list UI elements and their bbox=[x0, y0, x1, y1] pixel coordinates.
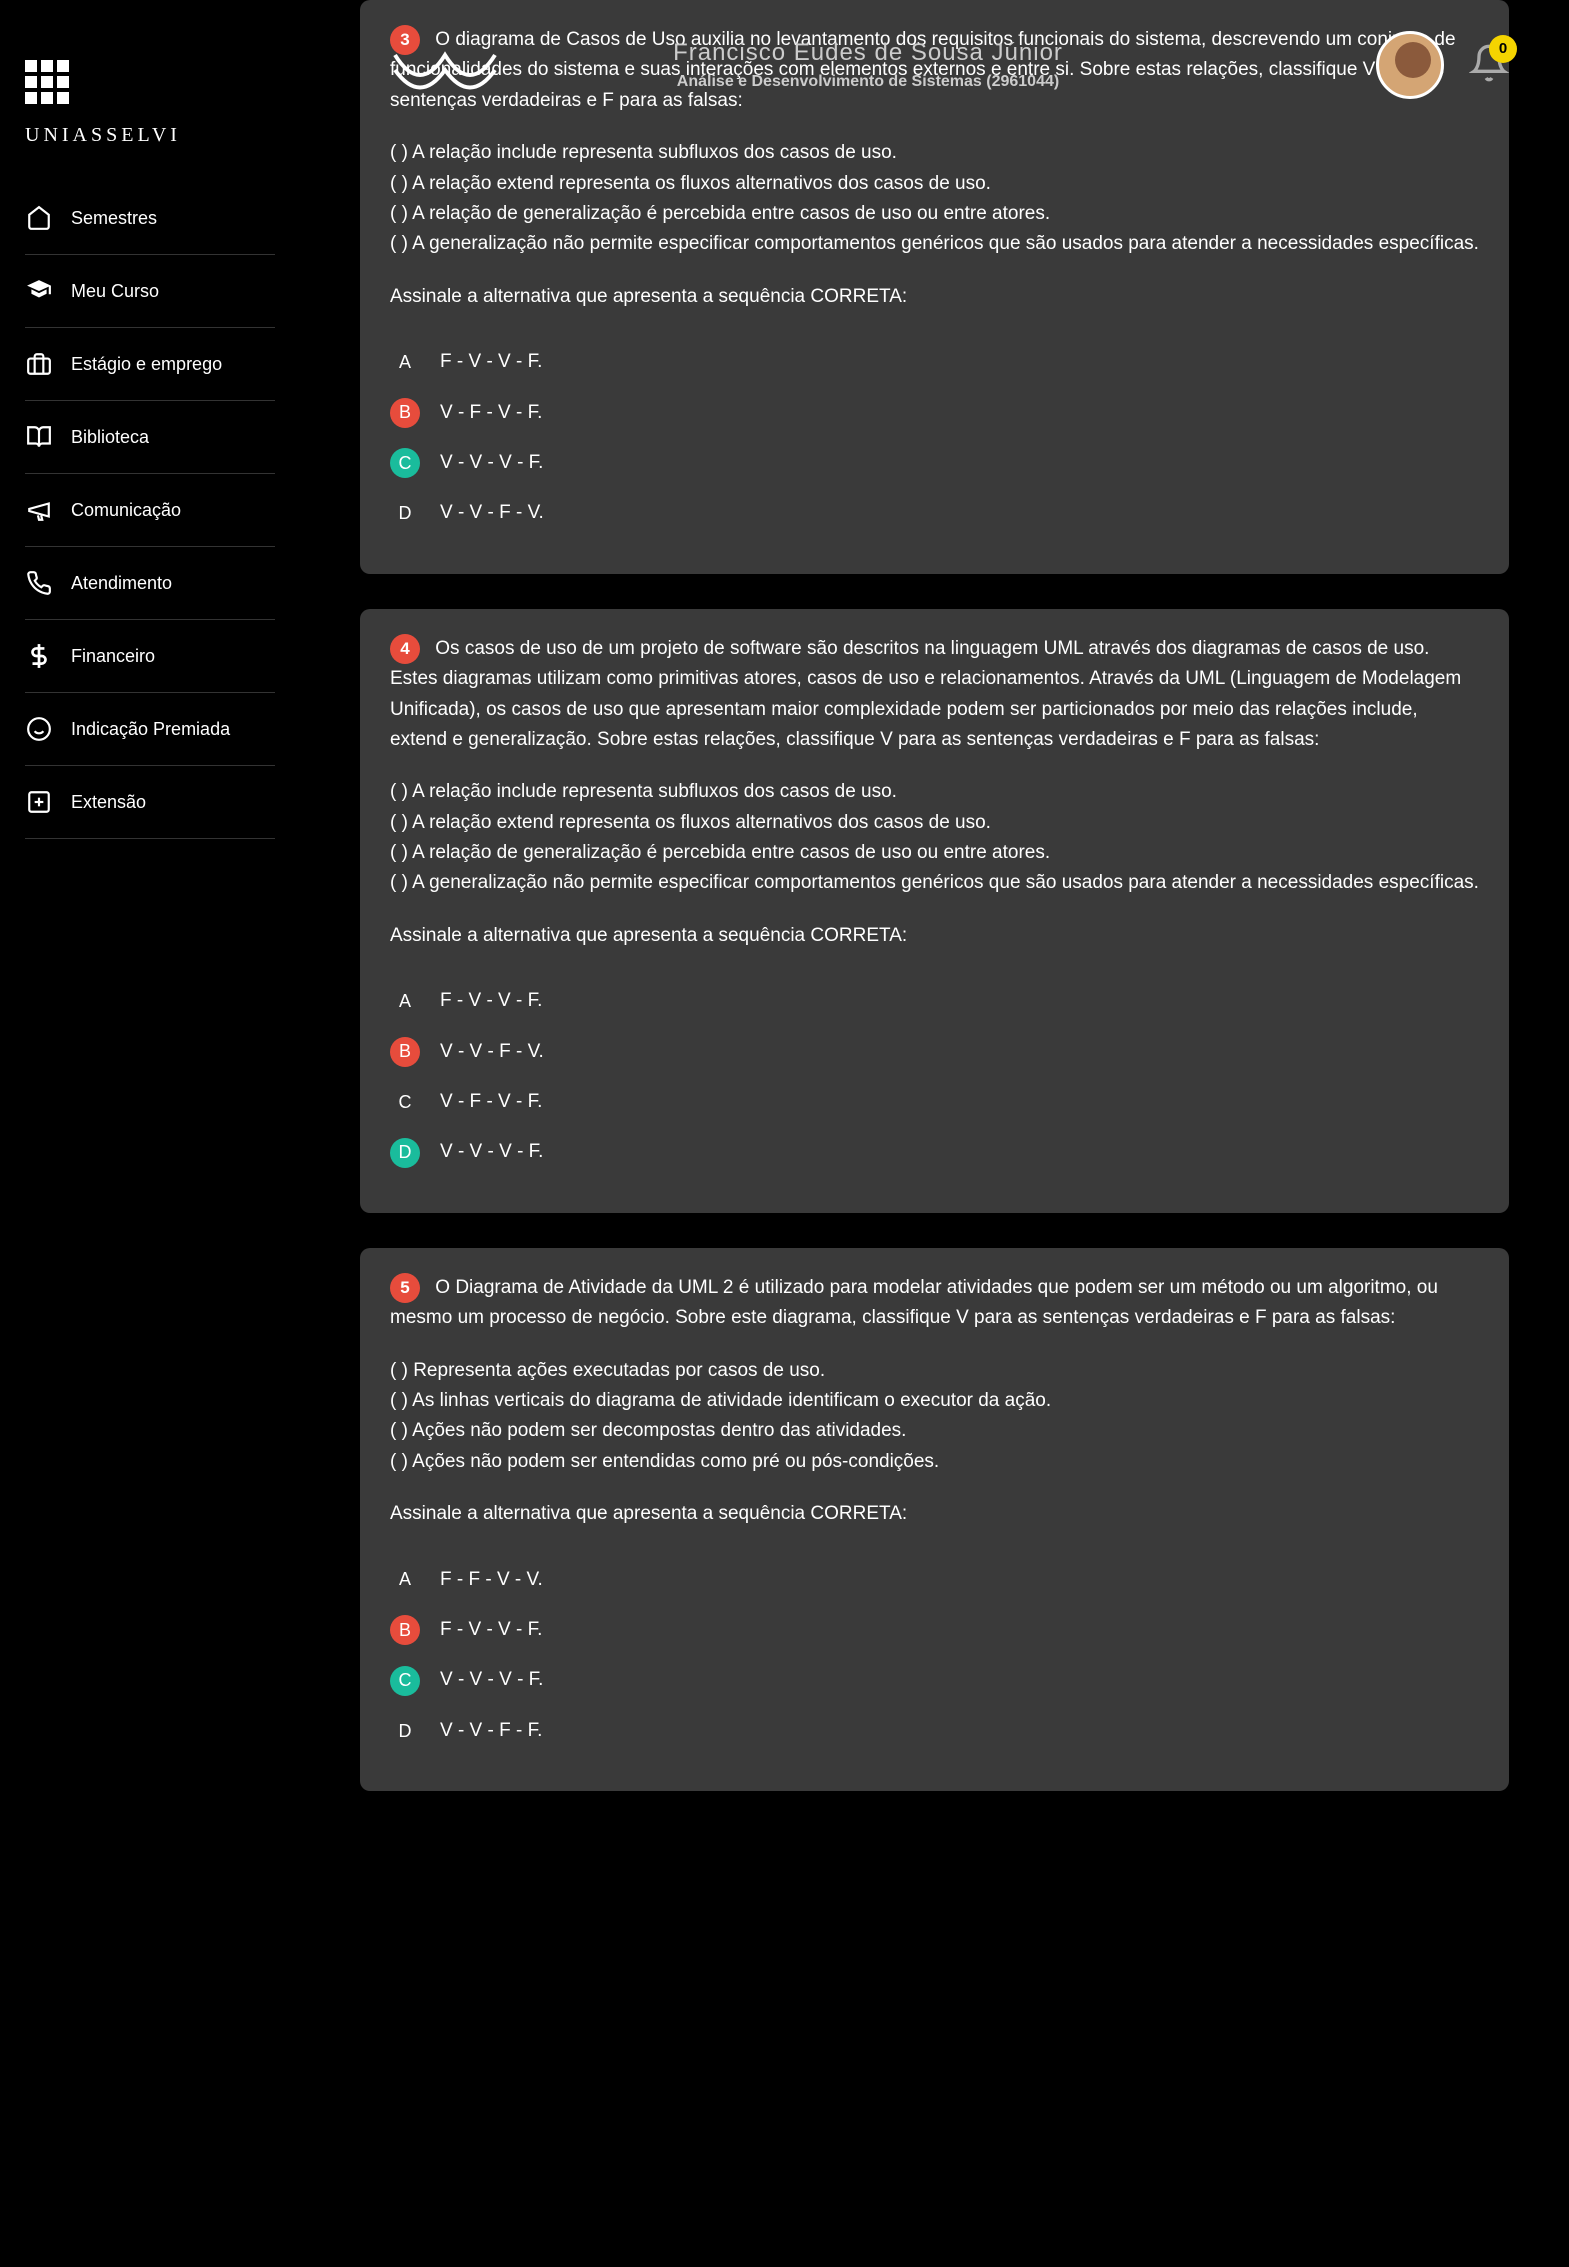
question-items: ( ) Representa ações executadas por caso… bbox=[390, 1356, 1479, 1478]
option-row[interactable]: D V - V - V - F. bbox=[390, 1127, 1479, 1177]
question-items: ( ) A relação include representa subflux… bbox=[390, 777, 1479, 899]
sidebar-item-label: Meu Curso bbox=[71, 281, 159, 302]
sidebar-item-atendimento[interactable]: Atendimento bbox=[25, 547, 275, 620]
option-letter: D bbox=[390, 1138, 420, 1168]
option-letter: D bbox=[390, 499, 420, 529]
option-row[interactable]: C V - V - V - F. bbox=[390, 1655, 1479, 1705]
option-letter: D bbox=[390, 1716, 420, 1746]
brand-name: UNIASSELVI bbox=[25, 124, 275, 147]
apps-grid-icon[interactable] bbox=[25, 60, 275, 104]
question-card: 4 Os casos de uso de um projeto de softw… bbox=[360, 609, 1509, 1213]
smile-icon bbox=[25, 715, 53, 743]
option-row[interactable]: D V - V - F - V. bbox=[390, 488, 1479, 538]
sidebar-item-extensao[interactable]: Extensão bbox=[25, 766, 275, 839]
option-text: F - V - V - F. bbox=[440, 986, 542, 1016]
topbar-text: Francisco Eudes de Sousa Júnior Análise … bbox=[360, 39, 1376, 91]
sidebar-item-label: Semestres bbox=[71, 208, 157, 229]
options: A F - F - V - V. B F - V - V - F. C V - V - V… bbox=[390, 1555, 1479, 1757]
sidebar-item-meucurso[interactable]: Meu Curso bbox=[25, 255, 275, 328]
question-prompt: Assinale a alternativa que apresenta a s… bbox=[390, 921, 1479, 951]
option-text: V - V - F - V. bbox=[440, 498, 544, 528]
book-icon bbox=[25, 423, 53, 451]
question-number: 5 bbox=[390, 1273, 420, 1303]
megaphone-icon bbox=[25, 496, 53, 524]
content: 3 O diagrama de Casos de Uso auxilia no … bbox=[300, 0, 1569, 1886]
option-text: V - V - F - V. bbox=[440, 1037, 544, 1067]
notification-badge: 0 bbox=[1489, 35, 1517, 63]
option-letter: A bbox=[390, 986, 420, 1016]
sidebar-item-label: Financeiro bbox=[71, 646, 155, 667]
options: A F - V - V - F. B V - V - F - V. C V - F - V… bbox=[390, 976, 1479, 1178]
plus-square-icon bbox=[25, 788, 53, 816]
option-text: V - V - F - F. bbox=[440, 1716, 542, 1746]
sidebar-item-biblioteca[interactable]: Biblioteca bbox=[25, 401, 275, 474]
option-text: F - F - V - V. bbox=[440, 1565, 543, 1595]
question-card: 5 O Diagrama de Atividade da UML 2 é uti… bbox=[360, 1248, 1509, 1791]
option-letter: B bbox=[390, 1037, 420, 1067]
sidebar-item-comunicacao[interactable]: Comunicação bbox=[25, 474, 275, 547]
option-text: F - V - V - F. bbox=[440, 347, 542, 377]
sidebar-item-indicacao[interactable]: Indicação Premiada bbox=[25, 693, 275, 766]
option-text: V - F - V - F. bbox=[440, 398, 542, 428]
option-row[interactable]: A F - V - V - F. bbox=[390, 976, 1479, 1026]
option-row[interactable]: B F - V - V - F. bbox=[390, 1605, 1479, 1655]
option-text: V - V - V - F. bbox=[440, 1137, 543, 1167]
option-letter: C bbox=[390, 1666, 420, 1696]
options: A F - V - V - F. B V - F - V - F. C V - V - V… bbox=[390, 337, 1479, 539]
home-icon bbox=[25, 204, 53, 232]
question-text: 5 O Diagrama de Atividade da UML 2 é uti… bbox=[390, 1273, 1479, 1530]
option-letter: A bbox=[390, 1565, 420, 1595]
question-prompt: Assinale a alternativa que apresenta a s… bbox=[390, 1499, 1479, 1529]
sidebar-item-semestres[interactable]: Semestres bbox=[25, 182, 275, 255]
bell-icon bbox=[1469, 70, 1509, 87]
option-row[interactable]: C V - F - V - F. bbox=[390, 1077, 1479, 1127]
sidebar-item-financeiro[interactable]: Financeiro bbox=[25, 620, 275, 693]
notifications-button[interactable]: 0 bbox=[1469, 43, 1509, 88]
option-letter: A bbox=[390, 347, 420, 377]
sidebar-item-label: Biblioteca bbox=[71, 427, 149, 448]
option-letter: C bbox=[390, 1087, 420, 1117]
option-text: F - V - V - F. bbox=[440, 1615, 542, 1645]
user-name: Francisco Eudes de Sousa Júnior bbox=[360, 39, 1376, 67]
option-row[interactable]: B V - V - F - V. bbox=[390, 1027, 1479, 1077]
option-row[interactable]: A F - V - V - F. bbox=[390, 337, 1479, 387]
avatar[interactable] bbox=[1376, 31, 1444, 99]
option-text: V - V - V - F. bbox=[440, 1665, 543, 1695]
option-row[interactable]: D V - V - F - F. bbox=[390, 1706, 1479, 1756]
question-number: 4 bbox=[390, 634, 420, 664]
dollar-icon bbox=[25, 642, 53, 670]
sidebar-item-label: Comunicação bbox=[71, 500, 181, 521]
option-letter: B bbox=[390, 398, 420, 428]
question-text: 4 Os casos de uso de um projeto de softw… bbox=[390, 634, 1479, 952]
sidebar-item-label: Atendimento bbox=[71, 573, 172, 594]
question-prompt: Assinale a alternativa que apresenta a s… bbox=[390, 282, 1479, 312]
sidebar-item-label: Indicação Premiada bbox=[71, 719, 230, 740]
option-text: V - V - V - F. bbox=[440, 448, 543, 478]
brand-logo: UNIASSELVI bbox=[25, 124, 275, 147]
sidebar-item-label: Estágio e emprego bbox=[71, 354, 222, 375]
option-row[interactable]: C V - V - V - F. bbox=[390, 438, 1479, 488]
graduation-icon bbox=[25, 277, 53, 305]
phone-icon bbox=[25, 569, 53, 597]
question-items: ( ) A relação include representa subflux… bbox=[390, 138, 1479, 260]
topbar: Francisco Eudes de Sousa Júnior Análise … bbox=[300, 0, 1569, 130]
sidebar-item-label: Extensão bbox=[71, 792, 146, 813]
option-row[interactable]: A F - F - V - V. bbox=[390, 1555, 1479, 1605]
sidebar: UNIASSELVI Semestres Meu Curso Estágio e… bbox=[0, 0, 300, 2267]
option-letter: C bbox=[390, 448, 420, 478]
option-letter: B bbox=[390, 1615, 420, 1645]
option-text: V - F - V - F. bbox=[440, 1087, 542, 1117]
briefcase-icon bbox=[25, 350, 53, 378]
sidebar-item-estagio[interactable]: Estágio e emprego bbox=[25, 328, 275, 401]
course-name: Análise e Desenvolvimento de Sistemas (2… bbox=[360, 73, 1376, 91]
option-row[interactable]: B V - F - V - F. bbox=[390, 388, 1479, 438]
